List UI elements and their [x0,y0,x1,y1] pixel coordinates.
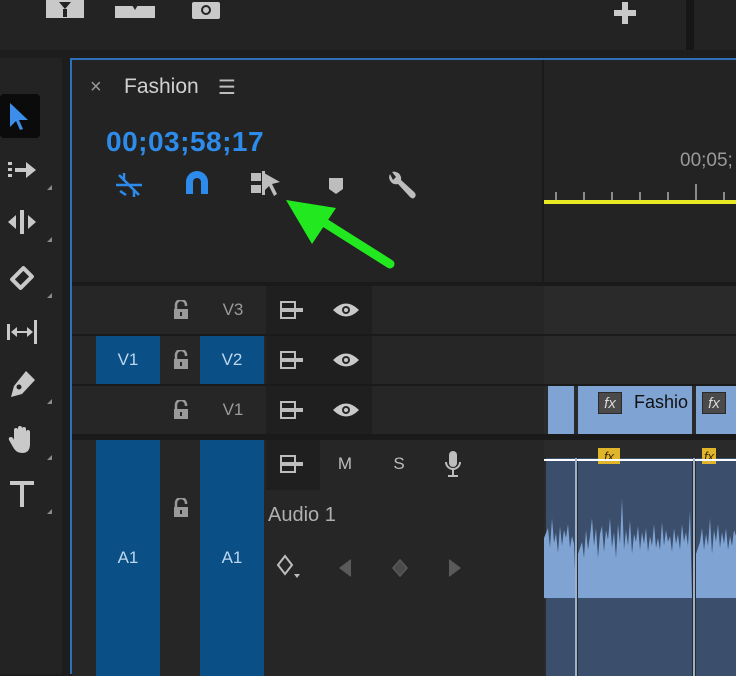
overwrite-icon[interactable] [115,0,155,22]
nest-sequences-icon[interactable] [114,171,144,199]
track-target-label[interactable]: V3 [202,286,264,334]
track-v1-area[interactable]: fx Fashio fx [544,384,736,434]
ripple-edit-tool-icon[interactable] [0,200,52,244]
track-header-a1: A1 A1 M S Audio 1 [72,440,544,676]
track-v3-area[interactable] [544,284,736,334]
fx-badge[interactable]: fx [598,392,622,414]
track-name[interactable]: Audio 1 [268,504,336,527]
solo-track-button[interactable]: S [384,444,414,484]
eye-icon[interactable] [330,386,362,434]
lock-icon[interactable] [166,386,196,434]
video-clip[interactable] [548,386,574,434]
lock-icon[interactable] [166,440,196,576]
eye-icon[interactable] [330,286,362,334]
sequence-tab-title[interactable]: Fashion [124,75,199,99]
mute-track-button[interactable]: M [330,444,360,484]
video-clip[interactable]: fx Fashio [578,386,692,434]
selection-tool-icon[interactable] [0,94,40,138]
microphone-icon[interactable] [438,444,468,484]
toggle-sync-lock-icon[interactable] [278,386,306,434]
playhead-timecode[interactable]: 00;03;58;17 [106,126,264,158]
track-a1-area[interactable]: fx L fx L [544,440,736,676]
camera-icon[interactable] [192,0,220,22]
video-clip[interactable]: fx [696,386,736,434]
track-header-v1: V1 [72,384,544,434]
slip-tool-icon[interactable] [0,310,44,354]
toggle-sync-lock-icon[interactable] [278,336,306,384]
track-target-label[interactable]: V2 [200,336,264,384]
work-area-bar[interactable] [544,200,736,204]
previous-keyframe-icon[interactable] [338,558,352,578]
source-patch-v1[interactable]: V1 [96,336,160,384]
next-keyframe-icon[interactable] [448,558,462,578]
hand-tool-icon[interactable] [0,418,52,462]
time-ruler[interactable]: 00;05; [542,60,736,284]
insert-icon[interactable] [46,0,84,22]
source-patch-a1[interactable]: A1 [96,440,160,676]
add-icon[interactable] [612,0,638,26]
keyframe-options-icon[interactable] [276,554,302,580]
track-v2-area[interactable] [544,334,736,384]
audio-waveform [544,458,736,676]
fx-badge[interactable]: fx [702,392,726,414]
timeline-panel: × Fashion ☰ 00;03;58;17 00;05; V3 V1 V2 … [70,58,736,676]
toggle-sync-lock-icon[interactable] [278,444,306,484]
lock-icon[interactable] [166,336,196,384]
lock-icon[interactable] [166,286,196,334]
clip-label: Fashio [634,392,689,412]
add-keyframe-icon[interactable] [392,559,408,577]
pen-tool-icon[interactable] [0,362,52,406]
panel-menu-icon[interactable]: ☰ [218,75,236,100]
snap-icon[interactable] [184,170,210,196]
track-target-label[interactable]: A1 [200,440,264,676]
track-target-label[interactable]: V1 [202,386,264,434]
top-toolbar [0,0,736,50]
close-panel-button[interactable]: × [90,76,102,99]
type-tool-icon[interactable] [0,472,52,516]
toggle-sync-lock-icon[interactable] [278,286,306,334]
track-select-forward-tool-icon[interactable] [0,148,52,192]
razor-tool-icon[interactable] [0,256,52,300]
eye-icon[interactable] [330,336,362,384]
annotation-arrow [278,188,396,272]
track-header-v3: V3 [72,284,544,334]
ruler-time-label: 00;05; [680,150,733,171]
tools-panel [0,58,62,674]
track-header-v2: V1 V2 [72,334,544,384]
